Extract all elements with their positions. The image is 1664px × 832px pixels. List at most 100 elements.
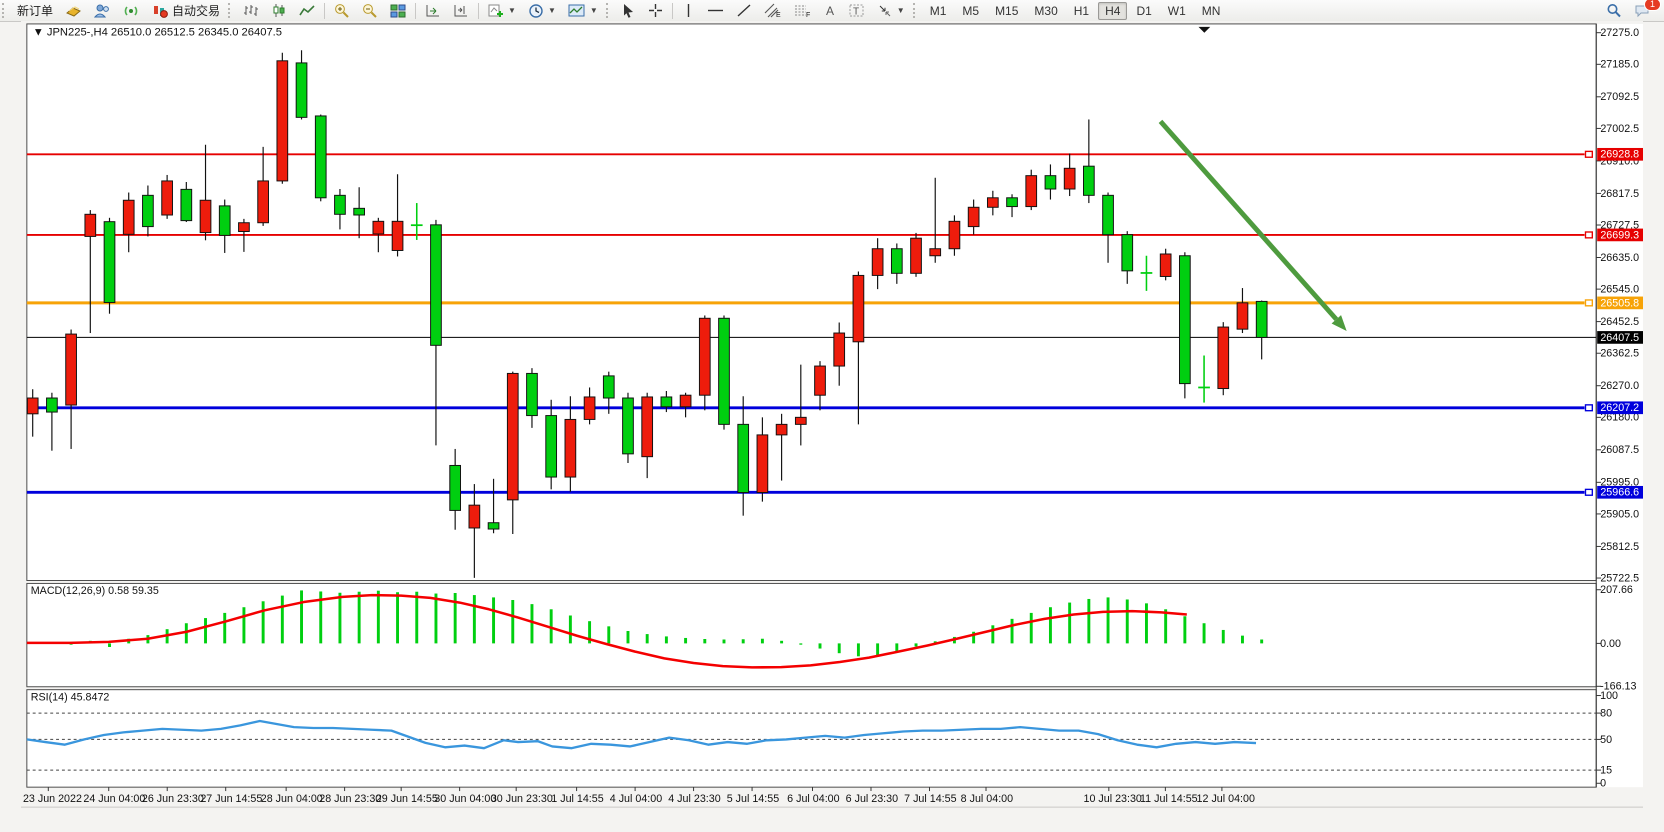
- zoom-in-button[interactable]: [329, 1, 355, 20]
- zoom-out-icon: [362, 3, 378, 18]
- price-line-anchor[interactable]: [1585, 151, 1592, 157]
- candle-body: [181, 189, 192, 220]
- svg-text:T: T: [853, 7, 859, 18]
- candle-body: [738, 424, 749, 492]
- toolbar-grip[interactable]: [2, 3, 9, 18]
- candle-body: [392, 221, 403, 250]
- equidistant-channel-tool-button[interactable]: E: [759, 1, 787, 20]
- arrows-tool-button[interactable]: ▼: [872, 1, 910, 20]
- timeframe-button-M30[interactable]: M30: [1027, 2, 1064, 20]
- gold-icon: [65, 3, 82, 18]
- add-indicator-button[interactable]: ▼: [483, 1, 521, 20]
- autotrade-icon: [152, 3, 169, 18]
- timeframe-bar: M1M5M15M30H1H4D1W1MN: [922, 2, 1229, 20]
- text-tool-button[interactable]: A: [819, 1, 842, 20]
- time-axis-label: 4 Jul 23:30: [668, 793, 720, 805]
- time-axis-label: 6 Jul 23:30: [846, 793, 898, 805]
- bar-chart-mode-button[interactable]: [238, 1, 264, 20]
- vertical-line-tool-button[interactable]: [677, 1, 700, 20]
- new-order-button[interactable]: 新订单: [12, 0, 58, 21]
- candle-body: [200, 200, 211, 232]
- line-chart-mode-button[interactable]: [294, 1, 320, 20]
- candle-body: [776, 424, 787, 435]
- price-line-anchor[interactable]: [1585, 489, 1592, 495]
- text-icon: A: [824, 3, 837, 18]
- template-button[interactable]: ▼: [563, 1, 603, 20]
- price-axis-label: 26452.5: [1600, 316, 1639, 328]
- price-line-anchor[interactable]: [1585, 232, 1592, 238]
- signal-button[interactable]: [118, 1, 145, 20]
- candle-body: [335, 195, 346, 214]
- macd-label: MACD(12,26,9) 0.58 59.35: [31, 585, 159, 597]
- time-axis-label: 4 Jul 04:00: [610, 793, 662, 805]
- tile-windows-button[interactable]: [385, 1, 411, 20]
- candle-body: [1218, 327, 1229, 388]
- price-axis-label: 26087.5: [1600, 444, 1639, 456]
- price-axis-label: 25722.5: [1600, 572, 1639, 584]
- candle-body: [1007, 198, 1018, 207]
- text-label-tool-button[interactable]: T: [844, 1, 870, 20]
- rsi-panel: [27, 690, 1596, 787]
- cursor-tool-button[interactable]: [616, 1, 641, 20]
- auto-scroll-button[interactable]: [420, 1, 446, 20]
- price-line-axis-value: 26699.3: [1600, 229, 1639, 241]
- candle-body: [930, 249, 941, 256]
- price-axis-label: 27275.0: [1600, 27, 1639, 39]
- macd-axis-label: 207.66: [1600, 584, 1633, 596]
- toolbar-grip[interactable]: [913, 3, 920, 18]
- time-axis-label: 30 Jun 23:30: [491, 793, 553, 805]
- chat-notifications-button[interactable]: 1: [1629, 1, 1656, 20]
- time-axis-label: 26 Jun 23:30: [142, 793, 204, 805]
- timeframe-button-M5[interactable]: M5: [955, 2, 986, 20]
- search-button[interactable]: [1601, 1, 1627, 20]
- timeframe-button-D1[interactable]: D1: [1129, 2, 1158, 20]
- horizontal-line-tool-button[interactable]: [702, 1, 729, 20]
- autotrade-label: 自动交易: [172, 2, 220, 19]
- candle-body: [354, 208, 365, 215]
- svg-text:A: A: [826, 4, 834, 18]
- timeframe-button-MN[interactable]: MN: [1195, 2, 1228, 20]
- timeframe-button-M1[interactable]: M1: [923, 2, 954, 20]
- timeframe-button-W1[interactable]: W1: [1161, 2, 1193, 20]
- rsi-axis-label: 80: [1600, 707, 1612, 719]
- chart-shift-icon: [453, 3, 469, 18]
- price-chart[interactable]: 27275.027185.027092.527002.526910.026817…: [0, 21, 1664, 832]
- candlestick-icon: [271, 3, 287, 18]
- candle-body: [239, 223, 250, 232]
- profile-button[interactable]: [89, 1, 116, 20]
- candle-body: [143, 195, 154, 226]
- candlestick-mode-button[interactable]: [266, 1, 292, 20]
- price-line-anchor[interactable]: [1585, 300, 1592, 306]
- fibonacci-tool-button[interactable]: F: [789, 1, 817, 20]
- candle-body: [699, 318, 710, 395]
- candle-body: [162, 181, 173, 215]
- profile-icon: [94, 3, 111, 18]
- candle-body: [757, 435, 768, 493]
- time-axis-label: 11 Jul 14:55: [1140, 793, 1198, 805]
- toolbar-grip[interactable]: [228, 3, 235, 18]
- candle-body: [1083, 166, 1094, 195]
- toolbar-grip[interactable]: [606, 3, 613, 18]
- zoom-out-button[interactable]: [357, 1, 383, 20]
- time-axis-label: 8 Jul 04:00: [961, 793, 1013, 805]
- chart-shift-button[interactable]: [448, 1, 474, 20]
- candle-body: [680, 395, 691, 407]
- price-line-anchor[interactable]: [1585, 405, 1592, 411]
- candle-body: [1045, 176, 1056, 189]
- timeframe-button-M15[interactable]: M15: [988, 2, 1025, 20]
- autotrade-button[interactable]: 自动交易: [147, 0, 225, 21]
- time-axis-label: 23 Jun 2022: [23, 793, 82, 805]
- timeframe-button-H4[interactable]: H4: [1098, 2, 1127, 20]
- timeframe-button-H1[interactable]: H1: [1067, 2, 1096, 20]
- arrows-icon: [877, 3, 893, 18]
- rsi-label: RSI(14) 45.8472: [31, 691, 110, 703]
- trendline-tool-button[interactable]: [731, 1, 757, 20]
- candle-body: [834, 333, 845, 366]
- zoom-in-icon: [334, 3, 350, 18]
- time-axis-label: 10 Jul 23:30: [1083, 793, 1141, 805]
- candle-body: [1122, 235, 1133, 271]
- price-line-axis-value: 25966.6: [1600, 487, 1639, 499]
- periodicity-button[interactable]: ▼: [523, 1, 561, 20]
- crosshair-tool-button[interactable]: [643, 1, 668, 20]
- gold-deposit-icon[interactable]: [60, 1, 87, 20]
